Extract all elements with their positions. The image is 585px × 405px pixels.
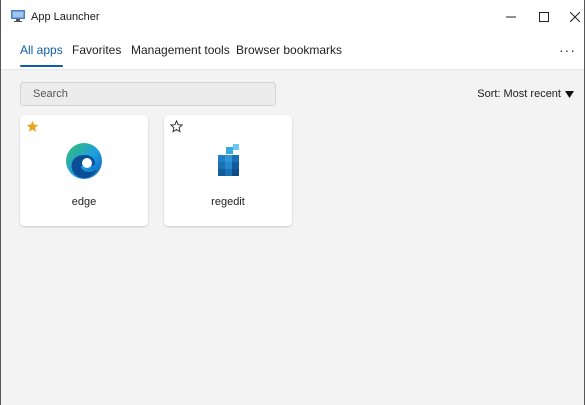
favorite-star-outline-icon[interactable]: [170, 120, 183, 133]
sort-dropdown[interactable]: Sort: Most recent: [477, 88, 574, 100]
app-launcher-icon: [11, 10, 25, 22]
edge-icon: [66, 143, 102, 179]
title-bar: App Launcher: [1, 0, 584, 34]
maximize-icon: [539, 12, 549, 22]
app-name: regedit: [211, 196, 245, 208]
close-button[interactable]: [557, 0, 585, 34]
app-launcher-window: App Launcher All apps Favorites Manageme…: [0, 0, 585, 405]
regedit-icon: [218, 144, 239, 176]
search-input[interactable]: [20, 82, 276, 106]
app-tile-edge[interactable]: edge: [20, 115, 148, 226]
tab-management-tools[interactable]: Management tools: [131, 43, 230, 65]
caret-down-icon: [565, 90, 574, 98]
window-title: App Launcher: [31, 11, 100, 23]
minimize-button[interactable]: [493, 0, 529, 34]
app-name: edge: [71, 196, 97, 208]
more-options-button[interactable]: ···: [559, 42, 576, 58]
tab-favorites[interactable]: Favorites: [72, 43, 121, 65]
sort-label: Sort: Most recent: [477, 88, 561, 100]
app-tile-regedit[interactable]: regedit: [164, 115, 292, 226]
minimize-icon: [506, 16, 516, 18]
tab-bar: All apps Favorites Management tools Brow…: [1, 34, 584, 70]
close-icon: [570, 12, 580, 22]
tab-browser-bookmarks[interactable]: Browser bookmarks: [236, 43, 342, 65]
tab-all-apps[interactable]: All apps: [20, 43, 63, 67]
favorite-star-filled-icon[interactable]: [26, 120, 39, 133]
